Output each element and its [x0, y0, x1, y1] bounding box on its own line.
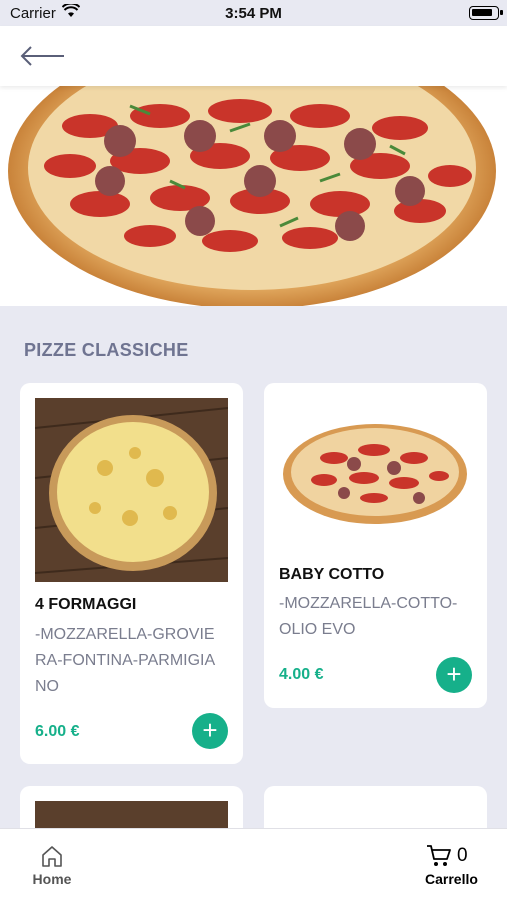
- product-card-baby-cotto[interactable]: BABY COTTO -MOZZARELLA-COTTO-OLIO EVO 4.…: [264, 383, 487, 708]
- hero-pizza-image: [0, 86, 507, 306]
- battery-icon: [469, 6, 503, 20]
- home-icon: [42, 846, 62, 867]
- nav-bar: [0, 26, 507, 86]
- product-image: [279, 398, 472, 558]
- tab-cart-label: Carrello: [425, 871, 478, 887]
- product-card-4-formaggi[interactable]: 4 FORMAGGI -MOZZARELLA-GROVIERA-FONTINA-…: [20, 383, 243, 764]
- back-button[interactable]: [18, 42, 66, 70]
- status-time: 3:54 PM: [225, 5, 282, 22]
- plus-icon: +: [202, 715, 218, 745]
- cart-count: 0: [457, 845, 468, 866]
- section-title: PIZZE CLASSICHE: [24, 340, 189, 360]
- status-bar: Carrier 3:54 PM: [0, 0, 507, 26]
- tab-home[interactable]: Home: [28, 843, 76, 891]
- product-name: BABY COTTO: [279, 566, 385, 583]
- plus-icon: +: [446, 659, 462, 689]
- product-description: -MOZZARELLA-GROVIERA-FONTINA-PARMIGIANO: [35, 626, 216, 695]
- product-price: 4.00 €: [279, 666, 324, 683]
- product-name: 4 FORMAGGI: [35, 596, 137, 613]
- add-to-cart-button[interactable]: +: [436, 657, 472, 693]
- tab-cart[interactable]: 0 Carrello: [425, 843, 485, 891]
- product-description: -MOZZARELLA-COTTO-OLIO EVO: [279, 595, 458, 638]
- product-image: [35, 398, 228, 582]
- cart-icon: [427, 845, 451, 866]
- tab-bar: Home 0 Carrello: [0, 828, 507, 900]
- product-price: 6.00 €: [35, 723, 80, 740]
- tab-home-label: Home: [32, 871, 72, 887]
- add-to-cart-button[interactable]: +: [192, 713, 228, 749]
- arrow-left-icon: [20, 46, 64, 66]
